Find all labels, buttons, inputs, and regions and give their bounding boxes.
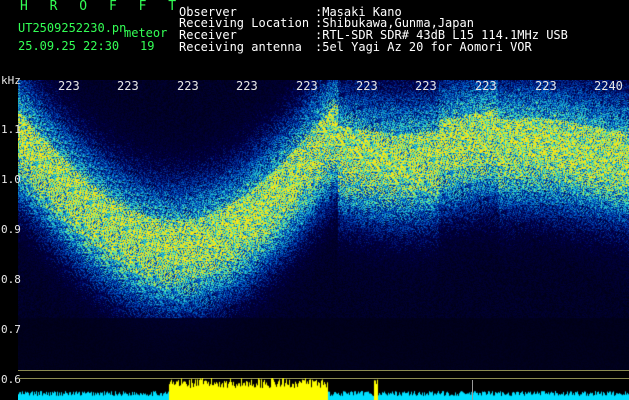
- time-tick: 223: [117, 79, 139, 93]
- time-tick: 2240: [594, 79, 623, 93]
- header-panel: H R O F F T UT2509252230.pn meteor 25.09…: [0, 0, 629, 76]
- time-tick: 223: [415, 79, 437, 93]
- date-time: 25.09.25 22:30: [18, 39, 120, 53]
- time-tick: 223: [296, 79, 318, 93]
- freq-label-0-8: 0.8: [1, 273, 21, 286]
- time-tick: 223: [356, 79, 378, 93]
- freq-label-0-7: 0.7: [1, 323, 21, 336]
- level-bar-graph: [18, 378, 629, 400]
- time-tick: 223: [475, 79, 497, 93]
- meteor-label: meteor: [124, 26, 168, 40]
- time-axis: 223 223 223 223 223 223 223 223 223 2240: [0, 76, 629, 94]
- freq-label-1-1: 1.1: [1, 123, 21, 136]
- time-tick: 223: [58, 79, 80, 93]
- app-title: H R O F F T: [20, 0, 184, 14]
- time-tick: 223: [177, 79, 199, 93]
- antenna-label: Receiving antenna: [179, 40, 302, 54]
- freq-label-1-0: 1.0: [1, 173, 21, 186]
- time-tick: 223: [535, 79, 557, 93]
- freq-label-0-9: 0.9: [1, 223, 21, 236]
- time-tick: 223: [236, 79, 258, 93]
- divider-line: [18, 370, 629, 371]
- antenna-value: :5el Yagi Az 20 for Aomori VOR: [315, 40, 532, 54]
- meteor-count: 19: [140, 39, 155, 53]
- level-marker: [472, 380, 473, 400]
- waterfall-spectrogram: [18, 80, 629, 370]
- file-name: UT2509252230.pn: [18, 21, 127, 35]
